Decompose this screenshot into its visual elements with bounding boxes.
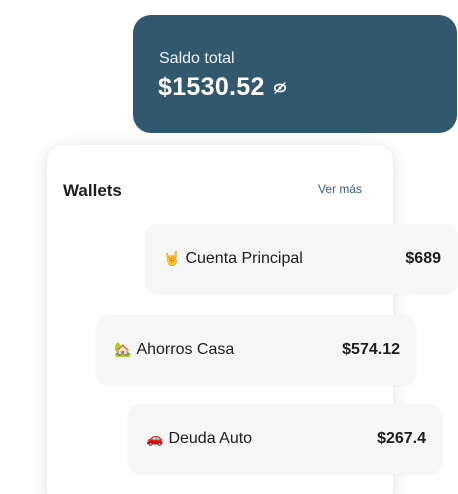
wallet-amount: $267.4: [377, 430, 426, 447]
wallet-name-label: Deuda Auto: [168, 430, 253, 447]
house-icon: 🏡: [114, 342, 132, 358]
car-icon: 🚗: [146, 431, 164, 447]
wallet-name: 🏡 Ahorros Casa: [114, 341, 234, 359]
wallet-item-deuda-auto[interactable]: 🚗 Deuda Auto $267.4: [128, 404, 442, 474]
see-more-link[interactable]: Ver más: [318, 182, 362, 196]
app-screen: Saldo total $1530.52 Wallets Ver más 🤘 C…: [0, 0, 458, 494]
wallet-name-label: Cuenta Principal: [185, 250, 303, 267]
total-balance-card: Saldo total $1530.52: [133, 15, 457, 133]
balance-amount: $1530.52: [158, 73, 265, 101]
wallet-name: 🚗 Deuda Auto: [146, 430, 252, 448]
wallet-name-label: Ahorros Casa: [136, 341, 235, 358]
wallet-item-ahorros-casa[interactable]: 🏡 Ahorros Casa $574.12: [96, 315, 416, 385]
rock-hand-icon: 🤘: [163, 251, 181, 267]
balance-row: $1530.52: [158, 73, 287, 102]
wallet-amount: $689: [405, 250, 441, 267]
wallet-amount: $574.12: [342, 341, 400, 358]
wallet-name: 🤘 Cuenta Principal: [163, 250, 303, 268]
balance-label: Saldo total: [159, 50, 235, 67]
wallets-title: Wallets: [63, 181, 122, 200]
eye-off-icon[interactable]: [273, 81, 287, 95]
wallet-item-cuenta-principal[interactable]: 🤘 Cuenta Principal $689: [145, 224, 457, 294]
